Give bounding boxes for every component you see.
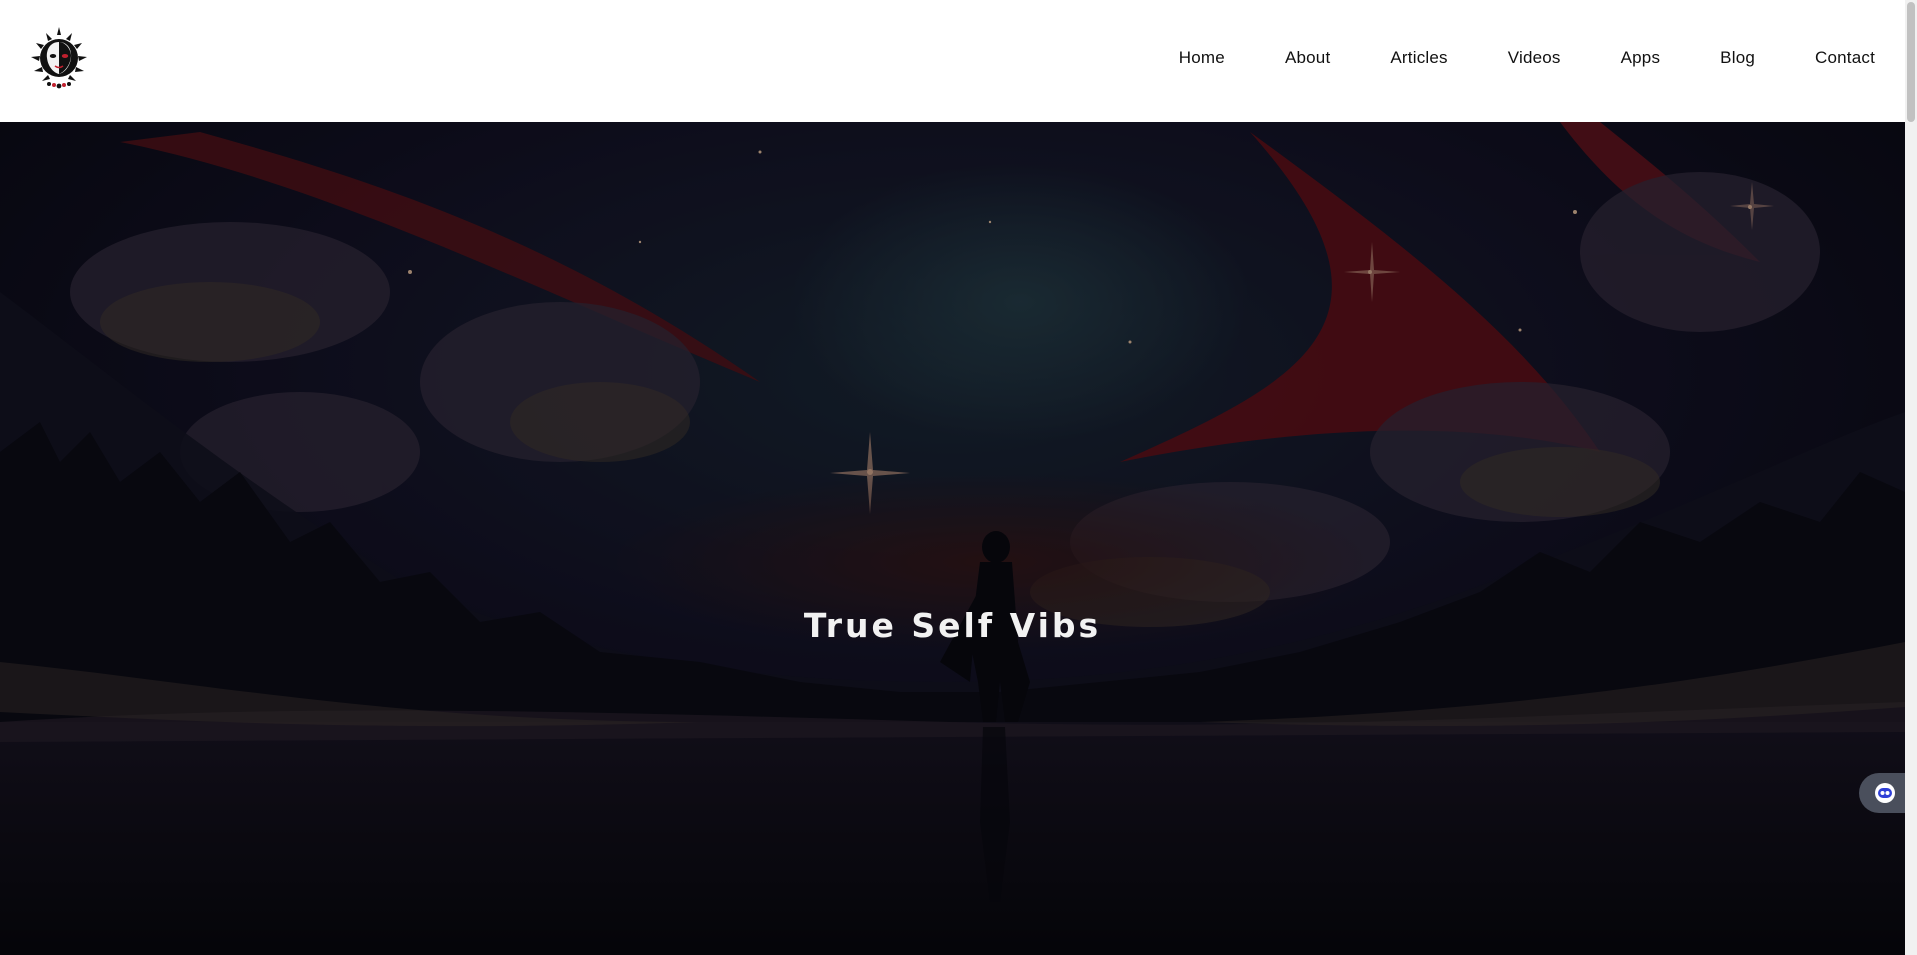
- chatbot-icon: [1875, 783, 1895, 803]
- hero-title: True Self Vibs: [803, 606, 1102, 646]
- hero-section: True Self Vibs: [0, 122, 1905, 955]
- nav-apps-link[interactable]: Apps: [1621, 48, 1661, 68]
- crest-logo[interactable]: [28, 25, 90, 89]
- nav-videos-link[interactable]: Videos: [1508, 48, 1561, 68]
- page-scrollbar[interactable]: [1905, 0, 1917, 955]
- nav-contact-link[interactable]: Contact: [1815, 48, 1875, 68]
- nav-about-link[interactable]: About: [1285, 48, 1330, 68]
- site-header: Home About Articles Videos Apps Blog Con…: [0, 0, 1905, 122]
- chat-widget-button[interactable]: [1859, 773, 1905, 813]
- nav-articles-link[interactable]: Articles: [1390, 48, 1447, 68]
- main-nav: Home About Articles Videos Apps Blog Con…: [1179, 48, 1875, 68]
- scrollbar-thumb[interactable]: [1907, 2, 1915, 122]
- nav-blog-link[interactable]: Blog: [1720, 48, 1755, 68]
- page: Home About Articles Videos Apps Blog Con…: [0, 0, 1917, 955]
- nav-home-link[interactable]: Home: [1179, 48, 1225, 68]
- hero-background-image: [0, 122, 1905, 955]
